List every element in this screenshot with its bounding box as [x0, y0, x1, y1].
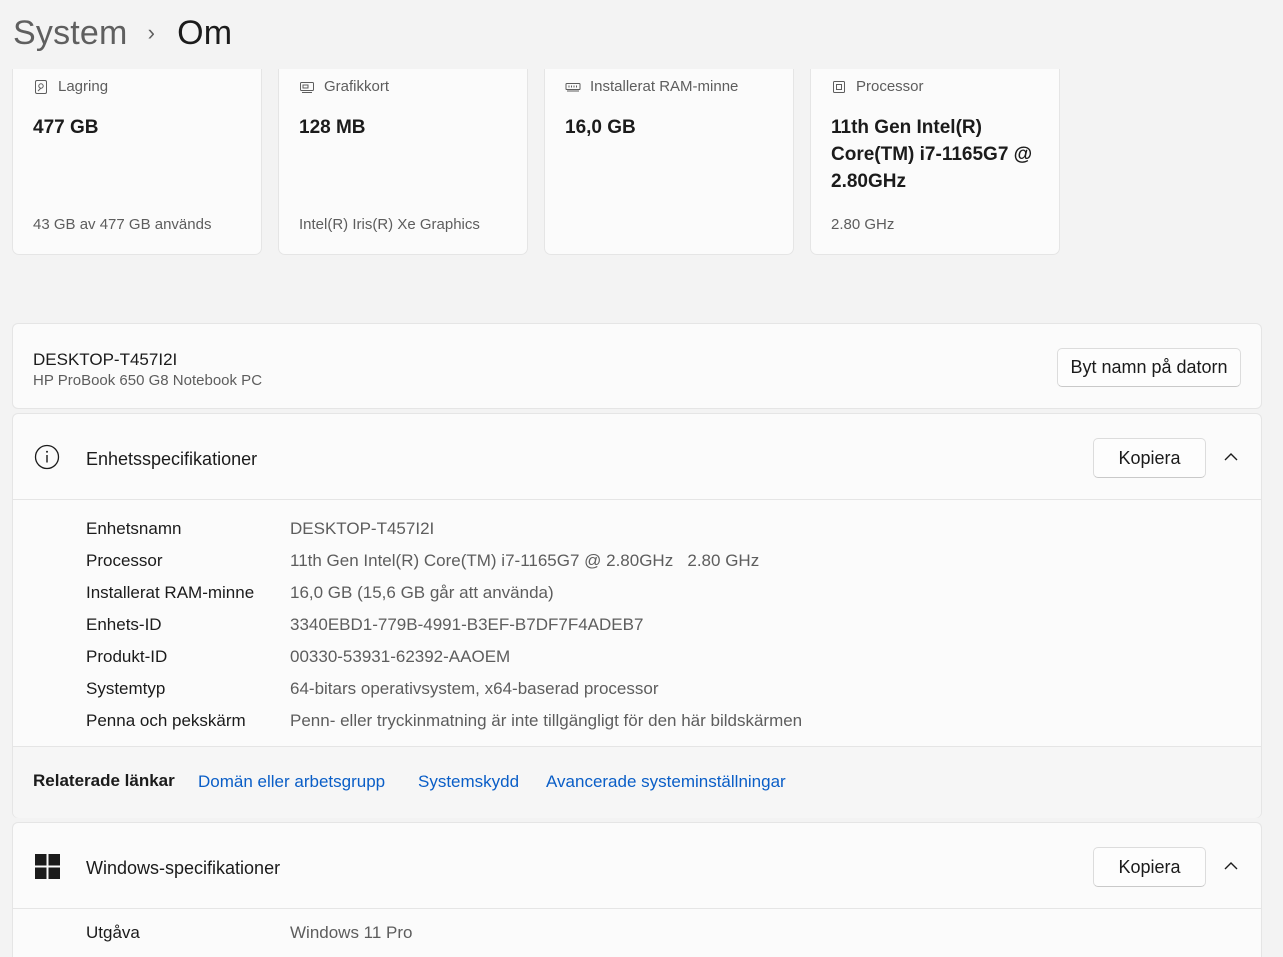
spec-label: Enhets-ID	[86, 615, 162, 634]
processor-card: Processor 11th Gen Intel(R) Core(TM) i7-…	[810, 69, 1060, 255]
spec-row: Systemtyp 64-bitars operativsystem, x64-b…	[86, 673, 802, 705]
spec-value: 16,0 GB (15,6 GB går att använda)	[290, 583, 554, 602]
device-model: HP ProBook 650 G8 Notebook PC	[33, 372, 263, 389]
spec-label: Enhetsnamn	[86, 519, 182, 538]
storage-card: Lagring 477 GB 43 GB av 477 GB används	[12, 69, 262, 255]
device-name: DESKTOP-T457I2I	[33, 350, 178, 369]
spec-value: Penn- eller tryckinmatning är inte tillg…	[290, 711, 803, 730]
spec-row: Penna och pekskärm Penn- eller tryckinmat…	[86, 705, 802, 737]
windows-specifications-panel: Windows-specifikationer Kopiera Utgåva W…	[12, 822, 1262, 957]
breadcrumb: System › Om	[13, 10, 232, 56]
graphics-card-label: Grafikkort	[324, 78, 390, 95]
spec-row: Installerat RAM-minne 16,0 GB (15,6 GB gå…	[86, 577, 802, 609]
spec-value: DESKTOP-T457I2I	[290, 519, 435, 538]
device-specifications-title: Enhetsspecifikationer	[86, 449, 258, 469]
spec-value: 00330-53931-62392-AAOEM	[290, 647, 511, 666]
device-specifications-list: Enhetsnamn DESKTOP-T457I2I Processor 11th …	[86, 513, 802, 737]
graphics-card-header: Grafikkort	[299, 78, 389, 95]
chevron-up-icon[interactable]	[1219, 448, 1243, 466]
device-specifications-panel: Enhetsspecifikationer Kopiera Enhetsnamn…	[12, 413, 1262, 818]
ram-card-value: 16,0 GB	[565, 117, 636, 138]
processor-card-header: Processor	[831, 78, 924, 95]
related-links: Relaterade länkar Domän eller arbetsgrup…	[13, 746, 1261, 818]
spec-value: 64-bitars operativsystem, x64-baserad pr…	[290, 679, 659, 698]
graphics-card-icon	[300, 81, 314, 93]
spec-row: Utgåva Windows 11 Pro	[86, 921, 413, 945]
processor-icon	[833, 80, 845, 93]
graphics-card-detail: Intel(R) Iris(R) Xe Graphics	[299, 216, 480, 233]
storage-card-header: Lagring	[33, 78, 108, 95]
windows-specifications-header[interactable]: Windows-specifikationer Kopiera	[13, 823, 1261, 909]
info-icon	[34, 444, 60, 470]
spec-label: Utgåva	[86, 923, 140, 942]
ram-card-label: Installerat RAM-minne	[590, 78, 739, 95]
ram-card-header: Installerat RAM-minne	[565, 78, 738, 95]
storage-card-value: 477 GB	[33, 117, 99, 138]
spec-label: Produkt-ID	[86, 647, 168, 666]
windows-logo-icon	[35, 854, 60, 879]
spec-label: Systemtyp	[86, 679, 166, 698]
spec-label: Processor	[86, 551, 163, 570]
rename-pc-button[interactable]: Byt namn på datorn	[1057, 348, 1241, 387]
copy-device-specs-button[interactable]: Kopiera	[1093, 438, 1206, 478]
processor-card-detail: 2.80 GHz	[831, 216, 895, 233]
spec-row: Processor 11th Gen Intel(R) Core(TM) i7-1…	[86, 545, 802, 577]
ram-icon	[565, 82, 581, 91]
spec-row: Produkt-ID 00330-53931-62392-AAOEM	[86, 641, 802, 673]
processor-card-label: Processor	[856, 78, 924, 95]
spec-row: Enhets-ID 3340EBD1-779B-4991-B3EF-B7DF7F4…	[86, 609, 802, 641]
spec-label: Penna och pekskärm	[86, 711, 246, 730]
graphics-card-value: 128 MB	[299, 117, 366, 138]
copy-windows-specs-button[interactable]: Kopiera	[1093, 847, 1206, 887]
windows-specifications-title: Windows-specifikationer	[86, 858, 281, 878]
ram-card: Installerat RAM-minne 16,0 GB	[544, 69, 794, 255]
storage-icon	[35, 79, 47, 94]
related-links-title: Relaterade länkar	[33, 771, 175, 790]
chevron-up-icon[interactable]	[1219, 857, 1243, 875]
link-advanced-system-settings[interactable]: Avancerade systeminställningar	[546, 772, 786, 792]
spec-label: Installerat RAM-minne	[86, 583, 255, 602]
spec-row: Enhetsnamn DESKTOP-T457I2I	[86, 513, 802, 545]
summary-cards: Lagring 477 GB 43 GB av 477 GB används G…	[12, 69, 1060, 255]
graphics-card: Grafikkort 128 MB Intel(R) Iris(R) Xe Gr…	[278, 69, 528, 255]
storage-card-label: Lagring	[58, 78, 109, 95]
device-specifications-header[interactable]: Enhetsspecifikationer Kopiera	[13, 414, 1261, 500]
link-system-protection[interactable]: Systemskydd	[418, 772, 519, 792]
spec-value: Windows 11 Pro	[290, 923, 413, 942]
processor-card-value: 11th Gen Intel(R) Core(TM) i7-1165G7 @ 2…	[831, 117, 1033, 192]
page-title: Om	[177, 13, 233, 52]
breadcrumb-system[interactable]: System	[13, 14, 128, 53]
link-domain-workgroup[interactable]: Domän eller arbetsgrupp	[198, 772, 385, 792]
storage-card-detail: 43 GB av 477 GB används	[33, 216, 212, 233]
spec-value: 3340EBD1-779B-4991-B3EF-B7DF7F4ADEB7	[290, 615, 644, 634]
breadcrumb-separator-icon: ›	[147, 20, 156, 45]
device-name-panel: DESKTOP-T457I2I HP ProBook 650 G8 Notebo…	[12, 323, 1262, 409]
spec-value: 11th Gen Intel(R) Core(TM) i7-1165G7 @ 2…	[290, 551, 760, 570]
